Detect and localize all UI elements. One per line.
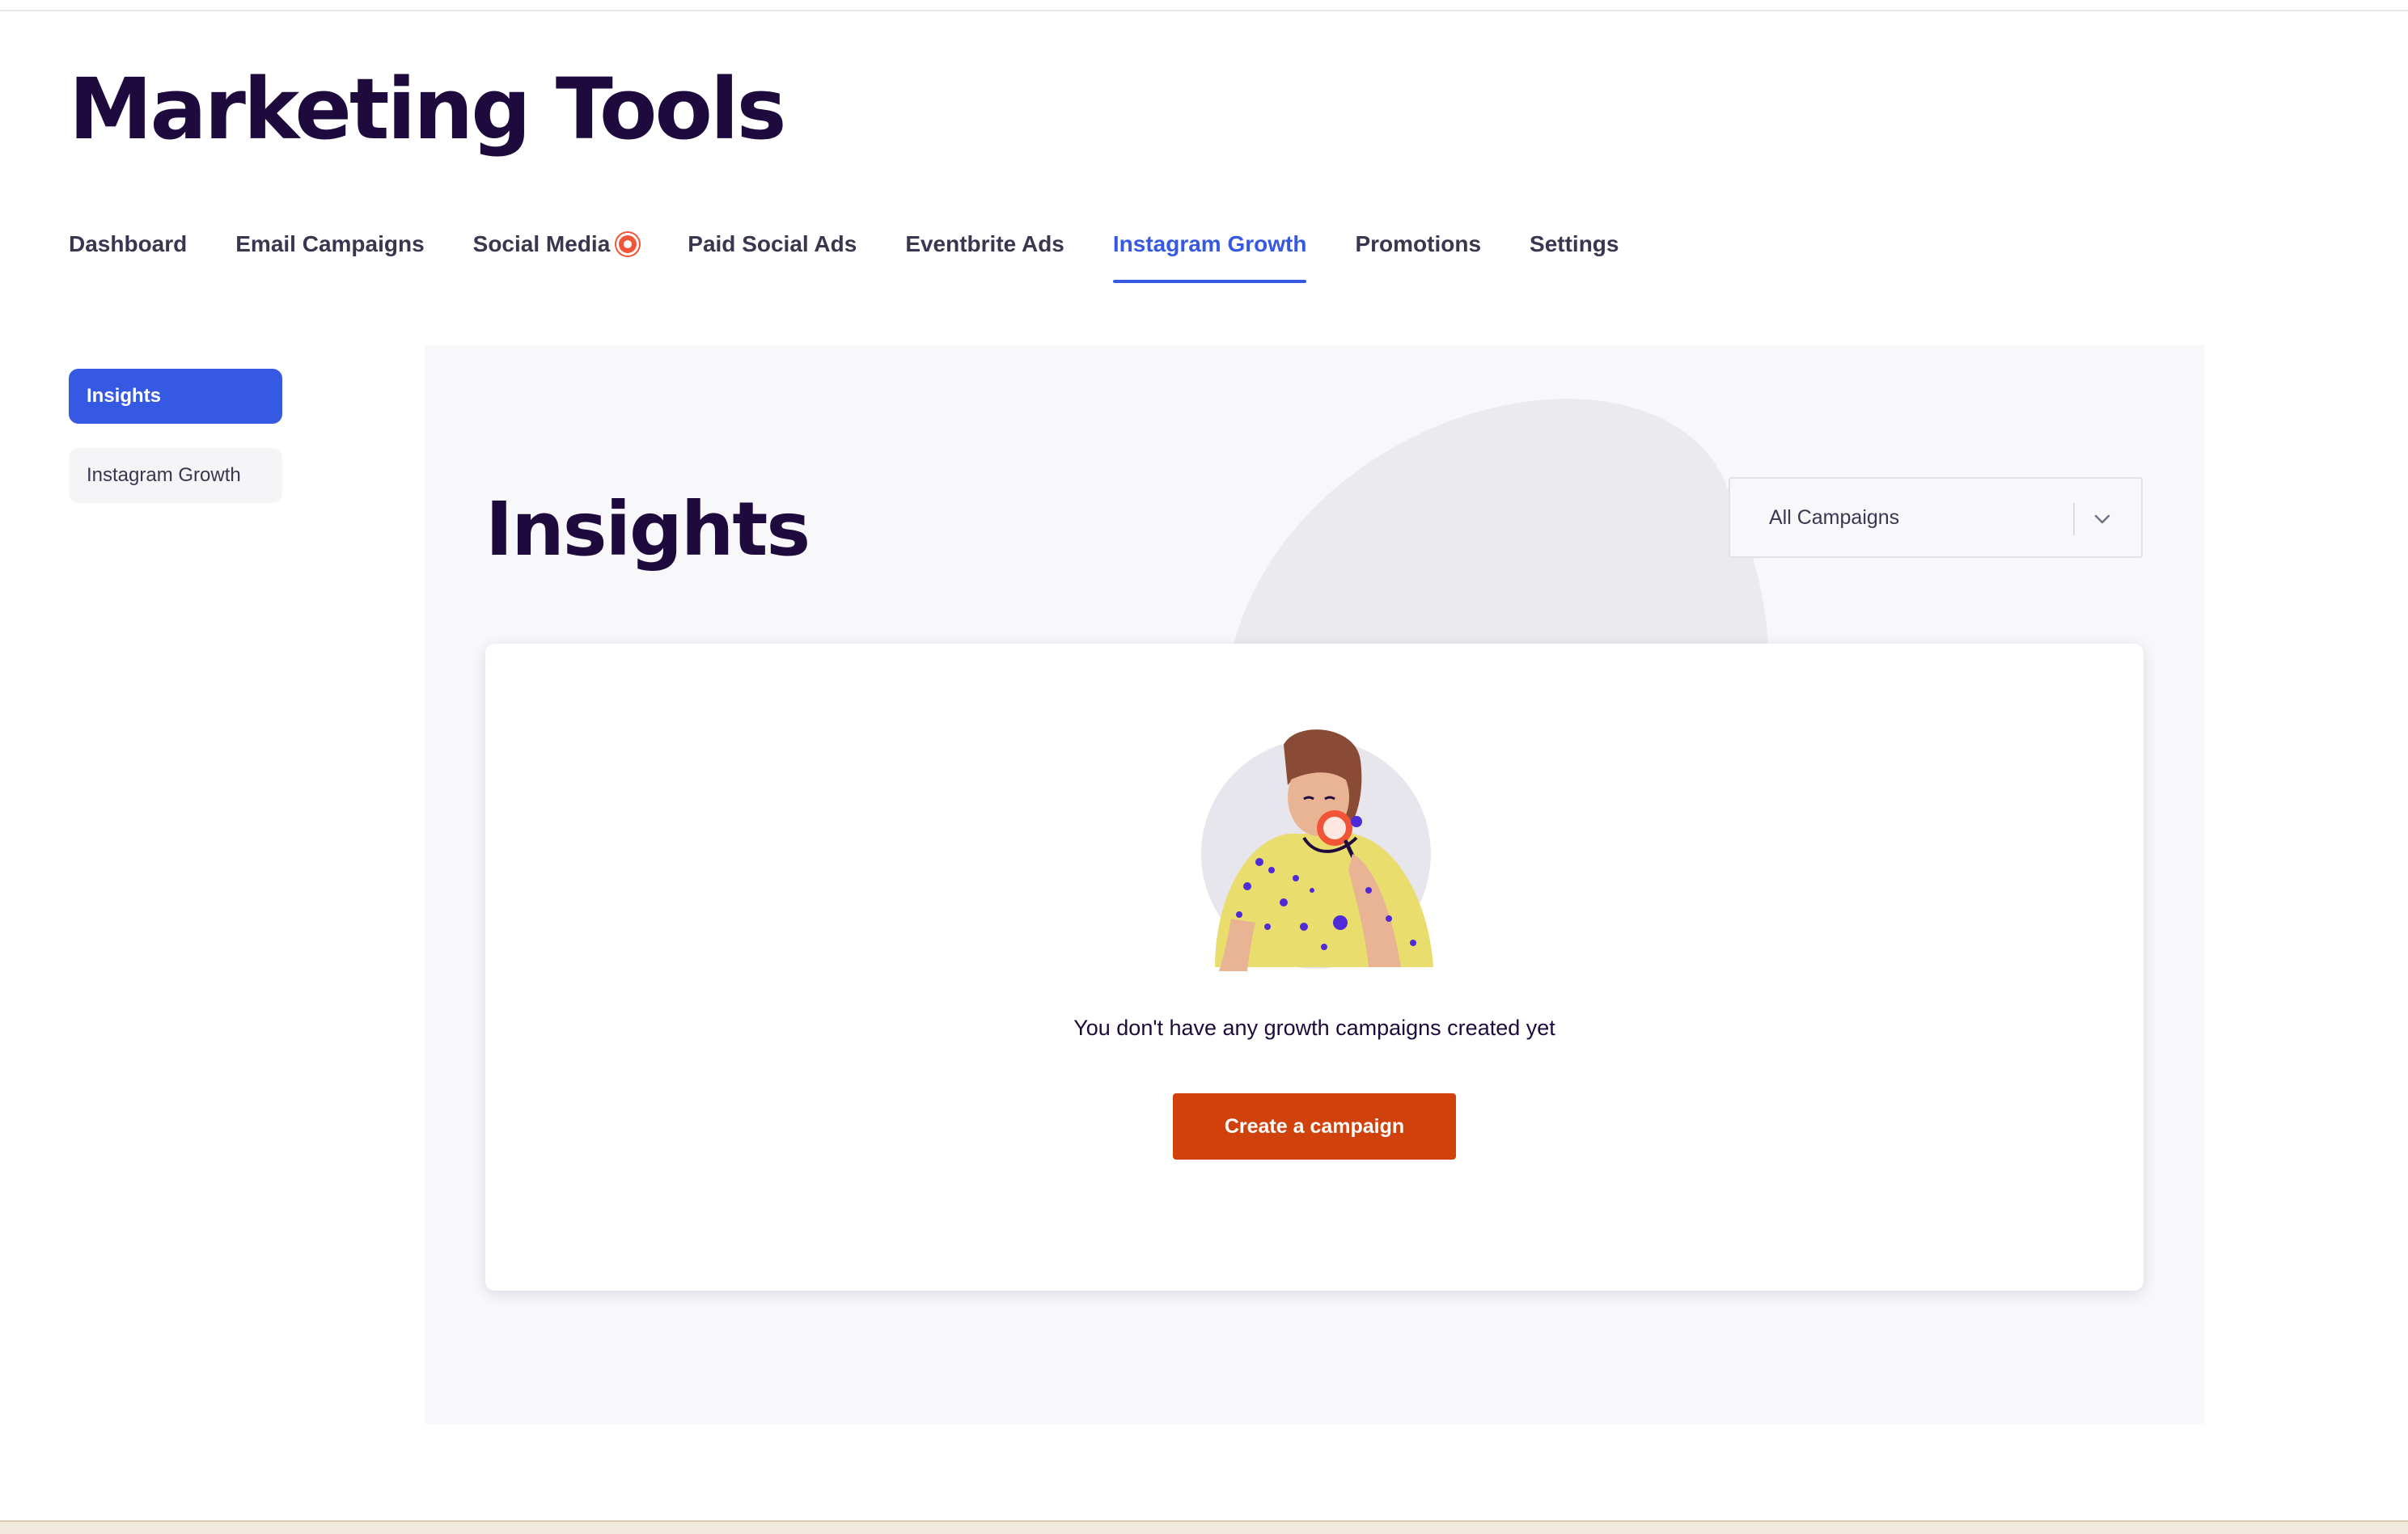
empty-state-card: You don't have any growth campaigns crea… xyxy=(485,644,2144,1291)
top-divider xyxy=(0,0,2408,11)
tab-paid-social-ads[interactable]: Paid Social Ads xyxy=(688,228,857,285)
tab-label: Dashboard xyxy=(69,231,188,256)
person-with-magnifier-illustration xyxy=(1201,729,1433,971)
notification-badge-icon xyxy=(616,233,640,256)
sidebar-item-label: Instagram Growth xyxy=(87,464,241,486)
tab-label: Eventbrite Ads xyxy=(905,231,1064,256)
tab-label: Promotions xyxy=(1355,231,1482,256)
tab-label: Social Media xyxy=(472,231,611,256)
sidebar-item-instagram-growth[interactable]: Instagram Growth xyxy=(69,448,282,503)
campaign-filter-select[interactable]: All Campaigns xyxy=(1729,477,2143,558)
bottom-strip xyxy=(0,1520,2408,1534)
tab-promotions[interactable]: Promotions xyxy=(1355,228,1481,285)
sidebar-item-label: Insights xyxy=(87,385,162,407)
tab-label: Instagram Growth xyxy=(1112,231,1307,256)
tab-social-media[interactable]: Social Media xyxy=(473,228,640,285)
tab-bar: Dashboard Email Campaigns Social Media P… xyxy=(69,228,1668,285)
tab-label: Email Campaigns xyxy=(235,231,425,256)
main-panel: Insights All Campaigns You don't have an… xyxy=(425,344,2204,1424)
page: Marketing Tools Dashboard Email Campaign… xyxy=(0,0,2408,1534)
tab-label: Paid Social Ads xyxy=(688,231,857,256)
select-divider xyxy=(2073,503,2075,535)
tab-instagram-growth[interactable]: Instagram Growth xyxy=(1112,228,1307,285)
create-campaign-button[interactable]: Create a campaign xyxy=(1173,1093,1456,1160)
button-label: Create a campaign xyxy=(1224,1114,1405,1138)
select-value: All Campaigns xyxy=(1769,505,1900,529)
page-title: Marketing Tools xyxy=(69,60,786,158)
empty-state-message: You don't have any growth campaigns crea… xyxy=(1073,1016,1555,1040)
tab-label: Settings xyxy=(1530,231,1619,256)
tab-email-campaigns[interactable]: Email Campaigns xyxy=(235,228,424,285)
section-title: Insights xyxy=(485,486,810,573)
tab-settings[interactable]: Settings xyxy=(1530,228,1619,285)
tab-eventbrite-ads[interactable]: Eventbrite Ads xyxy=(905,228,1064,285)
sidebar-item-insights[interactable]: Insights xyxy=(69,369,282,424)
chevron-down-icon xyxy=(2094,514,2110,524)
tab-dashboard[interactable]: Dashboard xyxy=(69,228,187,285)
